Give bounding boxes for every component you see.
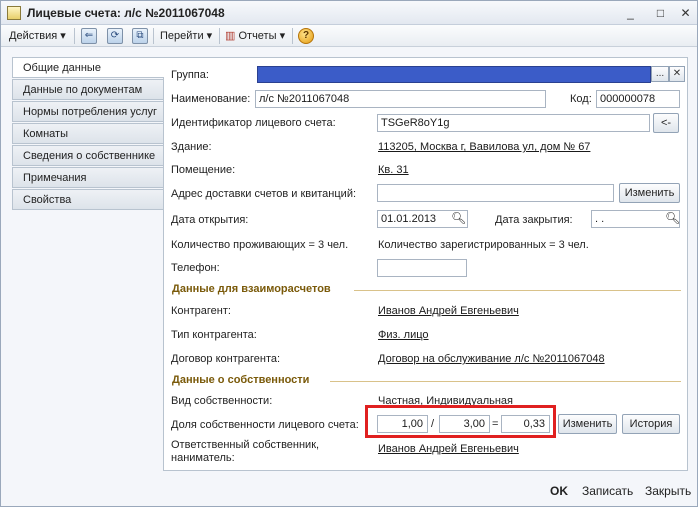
- registered-count-text: Количество зарегистрированных = 3 чел.: [378, 239, 589, 251]
- reports-icon: ▥: [225, 30, 236, 42]
- account-id-label: Идентификатор лицевого счета:: [171, 117, 336, 129]
- share-slash: /: [431, 418, 435, 430]
- responsible-label-line1: Ответственный собственник,: [171, 439, 320, 451]
- counterparty-type-label: Тип контрагента:: [171, 329, 257, 341]
- ok-button[interactable]: OK: [550, 481, 568, 501]
- tab-list: Общие данные Данные по документам Нормы …: [12, 57, 164, 473]
- share-denominator-field[interactable]: 3,00: [439, 415, 490, 433]
- search-icon[interactable]: 🔍︎: [665, 211, 680, 225]
- toolbar-separator: [219, 28, 220, 44]
- phone-label: Телефон:: [171, 262, 220, 274]
- share-change-button[interactable]: Изменить: [558, 414, 617, 434]
- account-id-field[interactable]: TSGeR8oY1g: [377, 114, 650, 132]
- counterparty-type-link[interactable]: Физ. лицо: [378, 329, 429, 341]
- code-field[interactable]: 000000078: [596, 90, 680, 108]
- contract-label: Договор контрагента:: [171, 353, 281, 365]
- app-icon: [7, 6, 21, 20]
- refresh-icon[interactable]: ⟳: [107, 28, 123, 44]
- close-window-button[interactable]: ✕: [677, 5, 694, 21]
- building-label: Здание:: [171, 141, 212, 153]
- section-divider: [330, 381, 681, 382]
- chevron-down-icon: ▾: [60, 30, 66, 42]
- form-panel: Группа: ... ✕ Наименование: л/с №2011067…: [163, 57, 688, 471]
- ownership-heading: Данные о собственности: [172, 374, 310, 386]
- tab-notes[interactable]: Примечания: [12, 167, 163, 188]
- save-and-close-icon[interactable]: ⇐: [81, 28, 97, 44]
- share-history-button[interactable]: История: [622, 414, 680, 434]
- toolbar-separator: [153, 28, 154, 44]
- ownership-kind-label: Вид собственности:: [171, 395, 273, 407]
- help-icon[interactable]: ?: [298, 28, 314, 44]
- delivery-address-field[interactable]: [377, 184, 614, 202]
- actions-label: Действия: [9, 30, 58, 42]
- save-button[interactable]: Записать: [582, 481, 633, 501]
- delivery-address-label: Адрес доставки счетов и квитанций:: [171, 188, 357, 200]
- delivery-change-button[interactable]: Изменить: [619, 183, 680, 203]
- contract-link[interactable]: Договор на обслуживание л/с №2011067048: [378, 353, 605, 365]
- reports-label: Отчеты: [238, 30, 277, 42]
- copy-icon[interactable]: ⧉: [132, 28, 148, 44]
- share-equals: =: [492, 418, 499, 430]
- form-window: Лицевые счета: л/с №2011067048 _ □ ✕ Дей…: [0, 0, 698, 507]
- group-label: Группа:: [171, 69, 209, 81]
- code-label: Код:: [570, 93, 592, 105]
- group-clear-button[interactable]: ✕: [669, 66, 685, 82]
- tab-documents[interactable]: Данные по документам: [12, 79, 163, 100]
- tab-properties[interactable]: Свойства: [12, 189, 163, 210]
- chevron-down-icon: ▾: [206, 30, 213, 42]
- reports-menu[interactable]: ▥ Отчеты ▾: [225, 28, 285, 44]
- window-title: Лицевые счета: л/с №2011067048: [27, 6, 225, 20]
- responsible-label-line2: наниматель:: [171, 452, 235, 464]
- open-date-label: Дата открытия:: [171, 214, 249, 226]
- actions-menu[interactable]: Действия ▾: [9, 28, 66, 44]
- group-field[interactable]: [257, 66, 651, 83]
- toolbar: Действия ▾ ⇐ ⟳ ⧉ Перейти ▾ ▥ Отчеты ▾ ?: [1, 25, 697, 47]
- account-id-fill-button[interactable]: <-: [653, 113, 679, 133]
- premises-label: Помещение:: [171, 164, 236, 176]
- minimize-button[interactable]: _: [622, 5, 639, 21]
- premises-link[interactable]: Кв. 31: [378, 164, 409, 176]
- tab-general[interactable]: Общие данные: [12, 57, 164, 78]
- tab-consumption-norms[interactable]: Нормы потребления услуг: [12, 101, 163, 122]
- ownership-share-label: Доля собственности лицевого счета:: [171, 419, 359, 431]
- counterparty-link[interactable]: Иванов Андрей Евгеньевич: [378, 305, 519, 317]
- responsible-owner-link[interactable]: Иванов Андрей Евгеньевич: [378, 443, 519, 455]
- maximize-button[interactable]: □: [652, 5, 669, 21]
- building-link[interactable]: 113205, Москва г, Вавилова ул, дом № 67: [378, 141, 590, 153]
- close-date-value: . .: [595, 213, 605, 225]
- close-date-label: Дата закрытия:: [495, 214, 573, 226]
- close-button[interactable]: Закрыть: [645, 481, 691, 501]
- chevron-down-icon: ▾: [279, 30, 286, 42]
- title-bar: Лицевые счета: л/с №2011067048 _ □ ✕: [1, 1, 697, 25]
- goto-menu[interactable]: Перейти ▾: [160, 28, 212, 44]
- group-select-button[interactable]: ...: [651, 66, 669, 82]
- section-divider: [354, 290, 681, 291]
- phone-field[interactable]: [377, 259, 467, 277]
- tab-owner-info[interactable]: Сведения о собственнике: [12, 145, 163, 166]
- tab-rooms[interactable]: Комнаты: [12, 123, 163, 144]
- residents-count-text: Количество проживающих = 3 чел.: [171, 239, 349, 251]
- counterparty-label: Контрагент:: [171, 305, 231, 317]
- share-numerator-field[interactable]: 1,00: [377, 415, 428, 433]
- toolbar-separator: [292, 28, 293, 44]
- open-date-value: 01.01.2013: [381, 213, 437, 225]
- goto-label: Перейти: [160, 30, 204, 42]
- name-field[interactable]: л/с №2011067048: [255, 90, 546, 108]
- name-label: Наименование:: [171, 93, 251, 105]
- toolbar-separator: [74, 28, 75, 44]
- share-result-field[interactable]: 0,33: [501, 415, 550, 433]
- settlements-heading: Данные для взаиморасчетов: [172, 283, 331, 295]
- search-icon[interactable]: 🔍︎: [451, 211, 466, 225]
